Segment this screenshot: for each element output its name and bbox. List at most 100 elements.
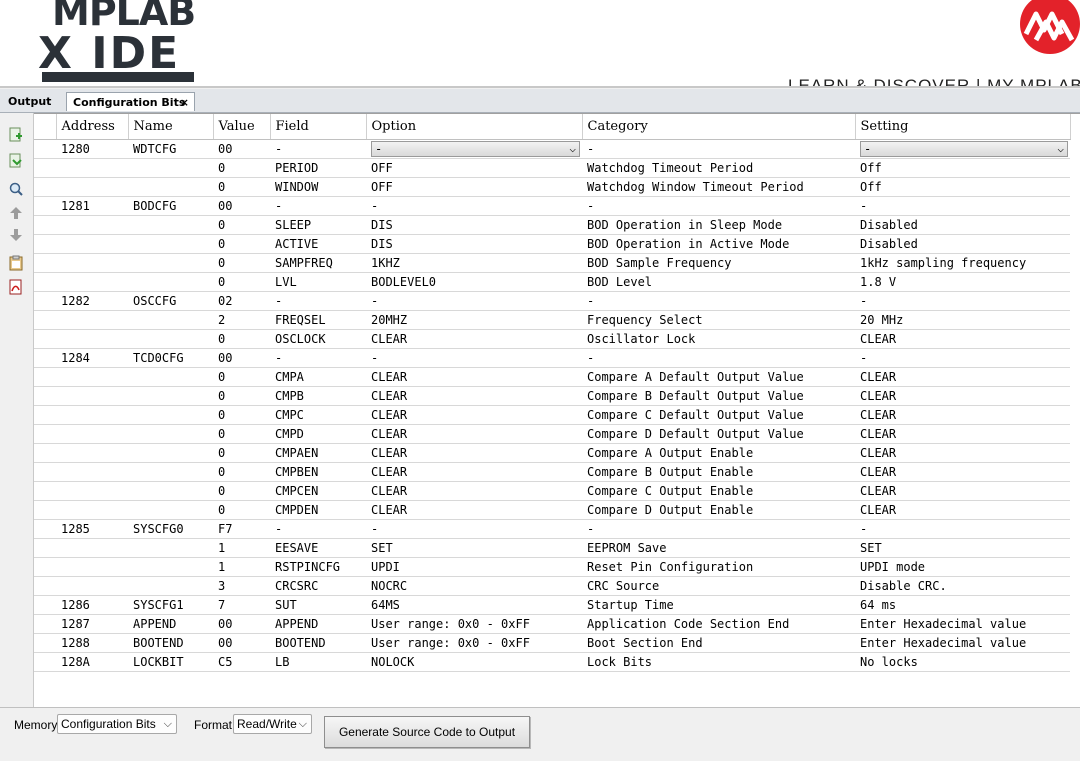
- cell-setting[interactable]: Disabled: [855, 234, 1070, 254]
- cell-option[interactable]: CLEAR: [366, 386, 582, 406]
- cell-setting[interactable]: CLEAR: [855, 424, 1070, 444]
- cell-option[interactable]: -: [366, 291, 582, 311]
- table-row[interactable]: 0 CMPAEN CLEAR Compare A Output Enable CLEAR: [34, 443, 1070, 463]
- cell-option[interactable]: OFF: [366, 158, 582, 178]
- cell-option[interactable]: CLEAR: [366, 481, 582, 501]
- table-row[interactable]: 0 SAMPFREQ 1KHZ BOD Sample Frequency 1kHz sa…: [34, 253, 1070, 273]
- clipboard-icon[interactable]: [8, 255, 24, 271]
- table-row[interactable]: 0 CMPCEN CLEAR Compare C Output Enable CLEAR: [34, 481, 1070, 501]
- format-select[interactable]: Read/Write ⌵: [233, 714, 312, 734]
- table-row[interactable]: 0 ACTIVE DIS BOD Operation in Active Mode Di…: [34, 234, 1070, 254]
- cell-option[interactable]: UPDI: [366, 557, 582, 577]
- table-row[interactable]: 0 CMPB CLEAR Compare B Default Output Value…: [34, 386, 1070, 406]
- cell-option[interactable]: CLEAR: [366, 405, 582, 425]
- cell-option[interactable]: CLEAR: [366, 462, 582, 482]
- cell-setting[interactable]: 1kHz sampling frequency: [855, 253, 1070, 273]
- table-row[interactable]: 0 CMPA CLEAR Compare A Default Output Value…: [34, 367, 1070, 387]
- cell-setting[interactable]: CLEAR: [855, 500, 1070, 520]
- table-row[interactable]: 1282 OSCCFG 02- - - -: [34, 291, 1070, 311]
- table-row[interactable]: 1 RSTPINCFG UPDI Reset Pin Configuration UPD…: [34, 557, 1070, 577]
- cell-setting[interactable]: -: [855, 348, 1070, 368]
- table-row[interactable]: 0 LVL BODLEVEL0 BOD Level 1.8 V: [34, 272, 1070, 292]
- cell-setting[interactable]: Enter Hexadecimal value: [855, 614, 1070, 634]
- cell-option[interactable]: BODLEVEL0: [366, 272, 582, 292]
- table-row[interactable]: 0 WINDOW OFF Watchdog Window Timeout Period…: [34, 177, 1070, 197]
- table-row[interactable]: 128A LOCKBIT C5 LB NOLOCK Lock Bits No locks: [34, 652, 1070, 672]
- table-row[interactable]: 0 CMPDEN CLEAR Compare D Output Enable CLEAR: [34, 500, 1070, 520]
- cell-setting[interactable]: CLEAR: [855, 367, 1070, 387]
- search-icon[interactable]: [8, 181, 24, 197]
- table-row[interactable]: 1288 BOOTEND 00 BOOTEND User range: 0x0 - 0x…: [34, 633, 1070, 653]
- cell-setting[interactable]: -: [855, 291, 1070, 311]
- table-row[interactable]: 1280 WDTCFG 00- - ⌵ - - ⌵: [34, 139, 1070, 159]
- column-header-option[interactable]: Option: [366, 114, 583, 140]
- cell-option[interactable]: SET: [366, 538, 582, 558]
- cell-option[interactable]: User range: 0x0 - 0xFF: [366, 614, 582, 634]
- table-row[interactable]: 0 CMPD CLEAR Compare D Default Output Value…: [34, 424, 1070, 444]
- table-row[interactable]: 1 EESAVE SET EEPROM Save SET: [34, 538, 1070, 558]
- cell-setting[interactable]: UPDI mode: [855, 557, 1070, 577]
- table-row[interactable]: 1287 APPEND 00 APPEND User range: 0x0 - 0xFF…: [34, 614, 1070, 634]
- program-config-icon[interactable]: [8, 153, 24, 169]
- cell-setting[interactable]: -: [855, 519, 1070, 539]
- cell-option[interactable]: CLEAR: [366, 367, 582, 387]
- cell-setting[interactable]: Off: [855, 158, 1070, 178]
- cell-option[interactable]: CLEAR: [366, 443, 582, 463]
- table-row[interactable]: 0 SLEEP DIS BOD Operation in Sleep Mode Disa…: [34, 215, 1070, 235]
- table-row[interactable]: 0 CMPC CLEAR Compare C Default Output Value…: [34, 405, 1070, 425]
- cell-setting[interactable]: Disable CRC.: [855, 576, 1070, 596]
- cell-option[interactable]: - ⌵: [366, 139, 582, 159]
- table-row[interactable]: 1285 SYSCFG0 F7- - - -: [34, 519, 1070, 539]
- cell-option[interactable]: OFF: [366, 177, 582, 197]
- cell-option[interactable]: NOLOCK: [366, 652, 582, 672]
- cell-setting[interactable]: CLEAR: [855, 443, 1070, 463]
- table-row[interactable]: 0 OSCLOCK CLEAR Oscillator Lock CLEAR: [34, 329, 1070, 349]
- cell-setting[interactable]: - ⌵: [855, 139, 1070, 159]
- cell-option[interactable]: -: [366, 519, 582, 539]
- table-row[interactable]: 0 PERIOD OFF Watchdog Timeout Period Off: [34, 158, 1070, 178]
- cell-setting[interactable]: CLEAR: [855, 462, 1070, 482]
- cell-setting[interactable]: 64 ms: [855, 595, 1070, 615]
- column-header-name[interactable]: Name: [128, 114, 214, 140]
- cell-setting[interactable]: Disabled: [855, 215, 1070, 235]
- memory-select[interactable]: Configuration Bits ⌵: [57, 714, 177, 734]
- cell-option[interactable]: -: [366, 196, 582, 216]
- cell-setting[interactable]: -: [855, 196, 1070, 216]
- table-row[interactable]: 2 FREQSEL 20MHZ Frequency Select 20 MHz: [34, 310, 1070, 330]
- cell-setting[interactable]: No locks: [855, 652, 1070, 672]
- cell-setting[interactable]: CLEAR: [855, 405, 1070, 425]
- cell-setting[interactable]: 1.8 V: [855, 272, 1070, 292]
- option-dropdown[interactable]: - ⌵: [371, 141, 580, 157]
- column-header-address[interactable]: Address: [56, 114, 129, 140]
- table-row[interactable]: 1281 BODCFG 00- - - -: [34, 196, 1070, 216]
- cell-setting[interactable]: Off: [855, 177, 1070, 197]
- cell-option[interactable]: CLEAR: [366, 329, 582, 349]
- cell-setting[interactable]: SET: [855, 538, 1070, 558]
- table-row[interactable]: 0 CMPBEN CLEAR Compare B Output Enable CLEAR: [34, 462, 1070, 482]
- cell-setting[interactable]: 20 MHz: [855, 310, 1070, 330]
- generate-source-code-button[interactable]: Generate Source Code to Output: [324, 716, 530, 748]
- setting-dropdown[interactable]: - ⌵: [860, 141, 1068, 157]
- column-header-setting[interactable]: Setting: [855, 114, 1071, 140]
- cell-option[interactable]: 20MHZ: [366, 310, 582, 330]
- cell-setting[interactable]: CLEAR: [855, 481, 1070, 501]
- cell-option[interactable]: 64MS: [366, 595, 582, 615]
- cell-setting[interactable]: Enter Hexadecimal value: [855, 633, 1070, 653]
- tab-configuration-bits[interactable]: Configuration Bits ×: [66, 92, 195, 111]
- close-icon[interactable]: ×: [180, 93, 189, 112]
- cell-option[interactable]: DIS: [366, 215, 582, 235]
- tab-output[interactable]: Output: [2, 92, 64, 111]
- cell-setting[interactable]: CLEAR: [855, 386, 1070, 406]
- move-up-icon[interactable]: [8, 205, 24, 221]
- pdf-export-icon[interactable]: [8, 279, 24, 295]
- cell-option[interactable]: User range: 0x0 - 0xFF: [366, 633, 582, 653]
- cell-option[interactable]: NOCRC: [366, 576, 582, 596]
- cell-option[interactable]: -: [366, 348, 582, 368]
- read-config-icon[interactable]: [8, 127, 24, 143]
- column-header-category[interactable]: Category: [582, 114, 856, 140]
- cell-option[interactable]: CLEAR: [366, 424, 582, 444]
- table-row[interactable]: 1284 TCD0CFG 00- - - -: [34, 348, 1070, 368]
- move-down-icon[interactable]: [8, 227, 24, 243]
- cell-option[interactable]: CLEAR: [366, 500, 582, 520]
- cell-setting[interactable]: CLEAR: [855, 329, 1070, 349]
